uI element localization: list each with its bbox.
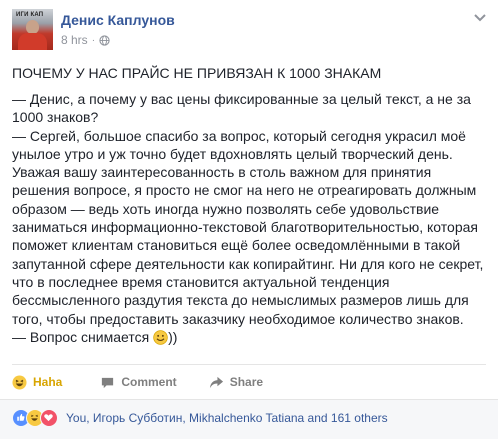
comment-icon xyxy=(102,377,114,388)
author-name[interactable]: Денис Каплунов xyxy=(61,12,175,28)
facebook-post: ИГИ КАП Денис Каплунов 8 hrs · ПОЧЕМУ У … xyxy=(0,0,498,439)
post-body: — Денис, а почему у вас цены фиксированн… xyxy=(12,90,486,346)
haha-icon xyxy=(12,374,27,390)
share-button[interactable]: Share xyxy=(209,375,263,390)
post-time[interactable]: 8 hrs xyxy=(61,33,88,47)
meta-separator: · xyxy=(91,34,96,46)
smile-emoji-icon xyxy=(153,330,168,345)
haha-label: Haha xyxy=(33,375,63,389)
reaction-icons[interactable] xyxy=(12,409,58,427)
love-icon xyxy=(40,409,58,427)
action-bar: Haha Comment Share xyxy=(12,370,486,394)
avatar-shirt xyxy=(18,33,47,50)
post-paragraph: — Денис, а почему у вас цены фиксированн… xyxy=(12,91,471,126)
reactions-summary[interactable]: You, Игорь Субботин, Mikhalchenko Tatian… xyxy=(66,411,388,425)
post-paragraph: — Сергей, большое спасибо за вопрос, кот… xyxy=(12,127,484,327)
share-icon xyxy=(209,376,223,388)
post-closing-line: — Вопрос снимается )) xyxy=(12,328,486,346)
post-closing: — Вопрос снимается xyxy=(12,328,150,345)
divider xyxy=(12,364,486,365)
globe-icon[interactable] xyxy=(99,34,110,46)
reactions-bar: You, Игорь Субботин, Mikhalchenko Tatian… xyxy=(0,399,498,439)
comment-label: Comment xyxy=(121,375,177,389)
post-closing-suffix: )) xyxy=(168,328,178,345)
avatar-caption: ИГИ КАП xyxy=(16,12,44,18)
post-meta: 8 hrs · xyxy=(61,33,110,47)
share-label: Share xyxy=(229,375,264,389)
comment-button[interactable]: Comment xyxy=(100,375,177,390)
avatar-face xyxy=(26,20,39,34)
post-title: ПОЧЕМУ У НАС ПРАЙС НЕ ПРИВЯЗАН К 1000 ЗН… xyxy=(12,65,382,81)
haha-button[interactable]: Haha xyxy=(12,374,63,390)
avatar[interactable]: ИГИ КАП xyxy=(12,9,53,50)
chevron-down-icon[interactable] xyxy=(474,14,486,22)
